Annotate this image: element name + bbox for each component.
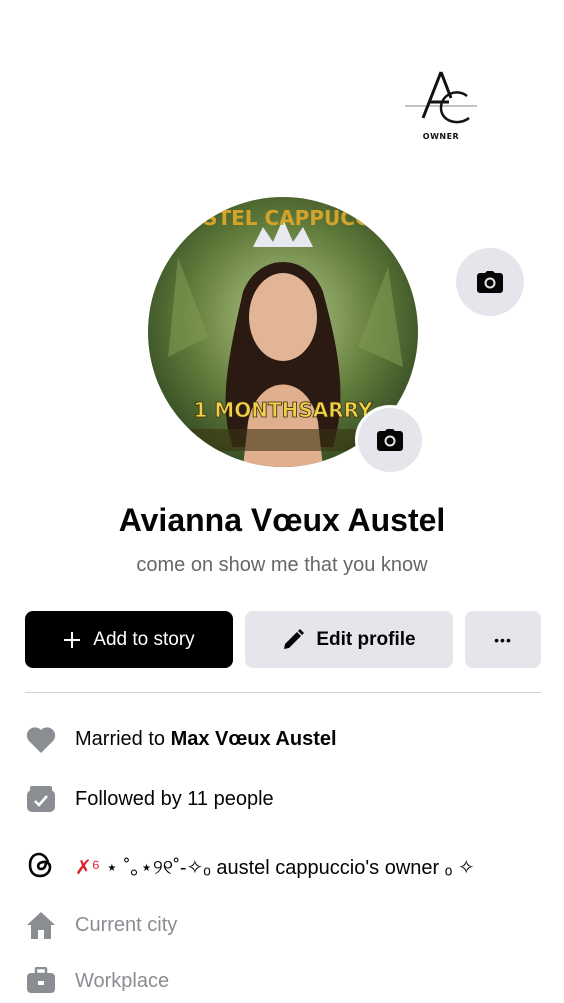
more-options-button[interactable]: ••• <box>465 611 541 668</box>
workplace-row[interactable]: Workplace <box>25 963 555 999</box>
add-to-story-button[interactable]: Add to story <box>25 611 233 668</box>
threads-row[interactable]: ✗⁶ ⋆ ˚｡⋆୨୧˚-✧ₒ austel cappuccio's owner … <box>25 847 555 883</box>
edit-profile-button[interactable]: Edit profile <box>245 611 453 668</box>
add-to-story-label: Add to story <box>93 628 195 650</box>
relationship-prefix: Married to <box>75 727 171 750</box>
divider <box>25 692 541 693</box>
followers-icon <box>25 783 57 815</box>
brand-logo: OWNER <box>398 68 484 158</box>
camera-icon <box>477 271 503 293</box>
pencil-icon <box>282 628 305 651</box>
workplace-text: Workplace <box>75 969 170 992</box>
more-icon: ••• <box>494 631 512 648</box>
threads-prefix: ✗⁶ <box>75 856 100 879</box>
monogram-logo-icon <box>405 71 477 124</box>
owner-badge: OWNER <box>422 132 460 141</box>
avatar-banner-top: AUSTEL CAPPUCCIO <box>172 206 394 230</box>
followers-text: Followed by 11 people <box>75 787 274 810</box>
edit-cover-photo-button[interactable] <box>456 248 524 316</box>
heart-icon <box>25 723 57 755</box>
threads-text: ⋆ ˚｡⋆୨୧˚-✧ₒ austel cappuccio's owner ₒ ✧ <box>105 856 475 879</box>
avatar-banner-bottom: 1 MONTHSARRY <box>194 398 373 422</box>
camera-icon <box>377 429 403 451</box>
followers-row[interactable]: Followed by 11 people <box>25 781 555 817</box>
partner-link[interactable]: Max Vœux Austel <box>171 728 337 750</box>
threads-icon <box>25 849 57 881</box>
profile-name: Avianna Vœux Austel <box>118 502 446 538</box>
edit-profile-label: Edit profile <box>316 628 416 650</box>
current-city-text: Current city <box>75 913 178 936</box>
relationship-row: Married to Max Vœux Austel <box>25 721 555 757</box>
edit-profile-picture-button[interactable] <box>355 405 425 475</box>
profile-bio: come on show me that you know <box>136 554 428 576</box>
briefcase-icon <box>25 965 57 997</box>
home-icon <box>25 909 57 941</box>
plus-icon <box>63 631 81 649</box>
current-city-row[interactable]: Current city <box>25 907 555 943</box>
